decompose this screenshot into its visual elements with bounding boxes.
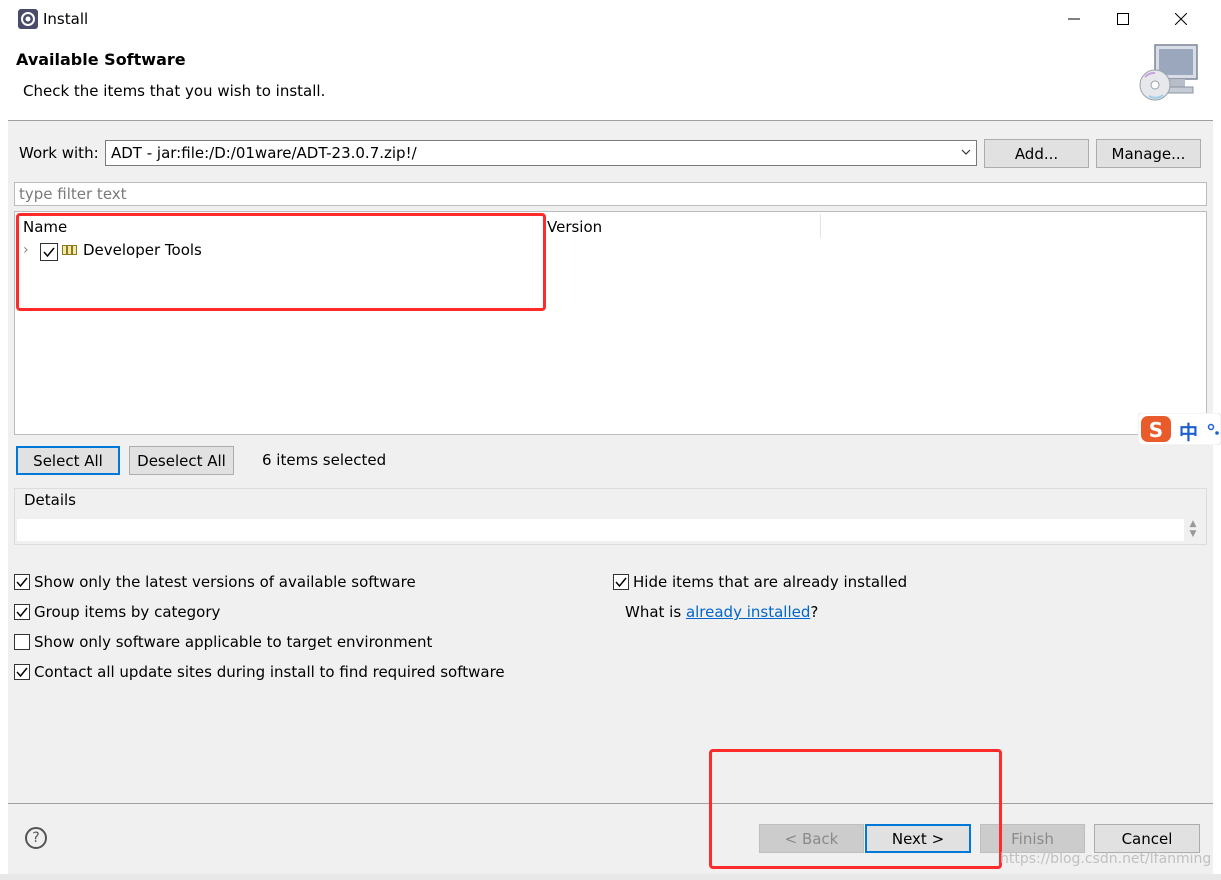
already-installed-link[interactable]: already installed bbox=[686, 603, 810, 621]
option-label: Show only the latest versions of availab… bbox=[34, 573, 416, 591]
svg-text:S: S bbox=[1149, 418, 1163, 442]
option-target-environment[interactable]: Show only software applicable to target … bbox=[14, 632, 432, 652]
checkbox[interactable] bbox=[14, 574, 30, 590]
checkbox[interactable] bbox=[14, 604, 30, 620]
details-scroll-arrows-icon[interactable]: ▲ ▼ bbox=[1187, 519, 1199, 541]
checkmark-icon bbox=[16, 667, 28, 678]
wizard-header bbox=[8, 38, 1213, 120]
option-label: Show only software applicable to target … bbox=[34, 633, 433, 651]
column-divider bbox=[820, 214, 821, 238]
selection-status: 6 items selected bbox=[262, 451, 387, 469]
page-title: Available Software bbox=[16, 50, 186, 69]
what-is-suffix: ? bbox=[810, 603, 819, 621]
window-title: Install bbox=[43, 10, 89, 28]
checkmark-icon bbox=[16, 607, 28, 618]
option-label: Group items by category bbox=[34, 603, 221, 621]
manage-sites-button[interactable]: Manage... bbox=[1096, 139, 1201, 168]
checkmark-icon bbox=[16, 577, 28, 588]
option-label: Hide items that are already installed bbox=[633, 573, 908, 591]
work-with-value: ADT - jar:file:/D:/01ware/ADT-23.0.7.zip… bbox=[111, 144, 417, 162]
filter-input[interactable] bbox=[14, 182, 1207, 206]
eclipse-gear-icon bbox=[18, 9, 38, 29]
what-is-prefix: What is bbox=[625, 603, 686, 621]
option-hide-installed[interactable]: Hide items that are already installed bbox=[613, 572, 907, 592]
ime-mode-label: 中 bbox=[1179, 422, 1199, 444]
maximize-icon bbox=[1117, 13, 1129, 25]
what-is-installed: What is already installed? bbox=[625, 603, 818, 621]
title-bar bbox=[0, 0, 1221, 38]
checkbox[interactable] bbox=[14, 664, 30, 680]
install-computer-icon bbox=[1139, 44, 1198, 101]
minimize-icon bbox=[1068, 18, 1080, 20]
close-icon bbox=[1175, 13, 1187, 25]
cancel-button[interactable]: Cancel bbox=[1094, 824, 1200, 853]
annotation-highlight bbox=[16, 213, 546, 311]
maximize-button[interactable] bbox=[1094, 0, 1152, 38]
option-contact-update-sites[interactable]: Contact all update sites during install … bbox=[14, 662, 505, 682]
help-icon[interactable]: ? bbox=[25, 827, 47, 849]
checkbox[interactable] bbox=[613, 574, 629, 590]
annotation-highlight bbox=[709, 749, 1002, 869]
page-description: Check the items that you wish to install… bbox=[23, 82, 326, 100]
add-site-button[interactable]: Add... bbox=[984, 139, 1089, 168]
select-all-button[interactable]: Select All bbox=[16, 446, 120, 475]
option-group-by-category[interactable]: Group items by category bbox=[14, 602, 220, 622]
taskbar-strip bbox=[0, 874, 1221, 880]
details-text[interactable] bbox=[17, 519, 1184, 541]
watermark: https://blog.csdn.net/lfanming bbox=[1000, 851, 1212, 867]
close-button[interactable] bbox=[1152, 0, 1210, 38]
checkbox[interactable] bbox=[14, 634, 30, 650]
ime-indicator[interactable]: S 中 bbox=[1137, 412, 1221, 446]
option-latest-versions[interactable]: Show only the latest versions of availab… bbox=[14, 572, 416, 592]
details-label: Details bbox=[24, 491, 77, 509]
checkmark-icon bbox=[615, 577, 627, 588]
option-label: Contact all update sites during install … bbox=[34, 663, 505, 681]
chevron-down-icon bbox=[961, 149, 971, 155]
column-header-version[interactable]: Version bbox=[547, 218, 602, 236]
work-with-label: Work with: bbox=[19, 144, 99, 162]
work-with-combo[interactable]: ADT - jar:file:/D:/01ware/ADT-23.0.7.zip… bbox=[105, 140, 977, 166]
deselect-all-button[interactable]: Deselect All bbox=[129, 446, 234, 475]
